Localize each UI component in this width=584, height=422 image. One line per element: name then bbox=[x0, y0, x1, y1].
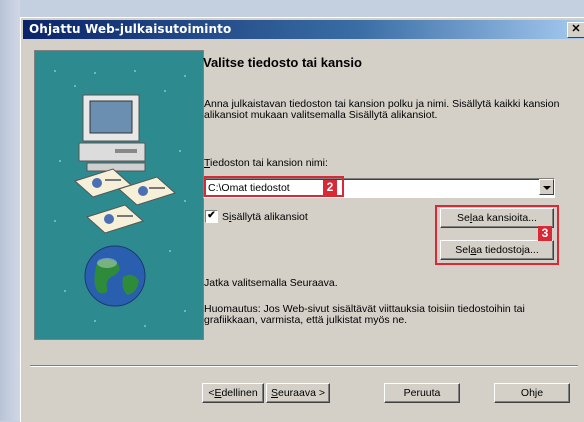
close-icon[interactable]: ✕ bbox=[567, 22, 584, 38]
computer-icon bbox=[78, 94, 146, 172]
next-instruction: Jatka valitsemalla Seuraava. bbox=[204, 277, 338, 289]
back-button[interactable]: < Edellinen bbox=[202, 383, 264, 403]
page-heading: Valitse tiedosto tai kansio bbox=[203, 55, 362, 70]
separator-line bbox=[30, 365, 578, 367]
window-title: Ohjattu Web-julkaisutoiminto bbox=[29, 22, 232, 36]
background-strip bbox=[0, 0, 20, 421]
page-description: Anna julkaistavan tiedoston tai kansion … bbox=[204, 98, 560, 121]
badge-3: 3 bbox=[538, 226, 552, 241]
include-subfolders-checkbox[interactable]: ✔ bbox=[205, 210, 218, 223]
wizard-illustration bbox=[34, 50, 204, 340]
globe-icon bbox=[84, 245, 146, 307]
include-subfolders-label: Sisällytä alikansiot bbox=[222, 211, 308, 223]
chevron-down-icon[interactable] bbox=[539, 179, 554, 195]
note-text: Huomautus: Jos Web-sivut sisältävät viit… bbox=[204, 303, 525, 326]
badge-2: 2 bbox=[323, 180, 337, 195]
documents-icon bbox=[74, 168, 176, 234]
title-bar: Ohjattu Web-julkaisutoiminto ✕ bbox=[23, 20, 584, 39]
help-button[interactable]: Ohje bbox=[494, 383, 570, 403]
cancel-button[interactable]: Peruuta bbox=[384, 383, 460, 403]
path-field-label: Tiedoston tai kansion nimi: bbox=[204, 157, 328, 169]
next-button[interactable]: Seuraava > bbox=[266, 383, 330, 403]
